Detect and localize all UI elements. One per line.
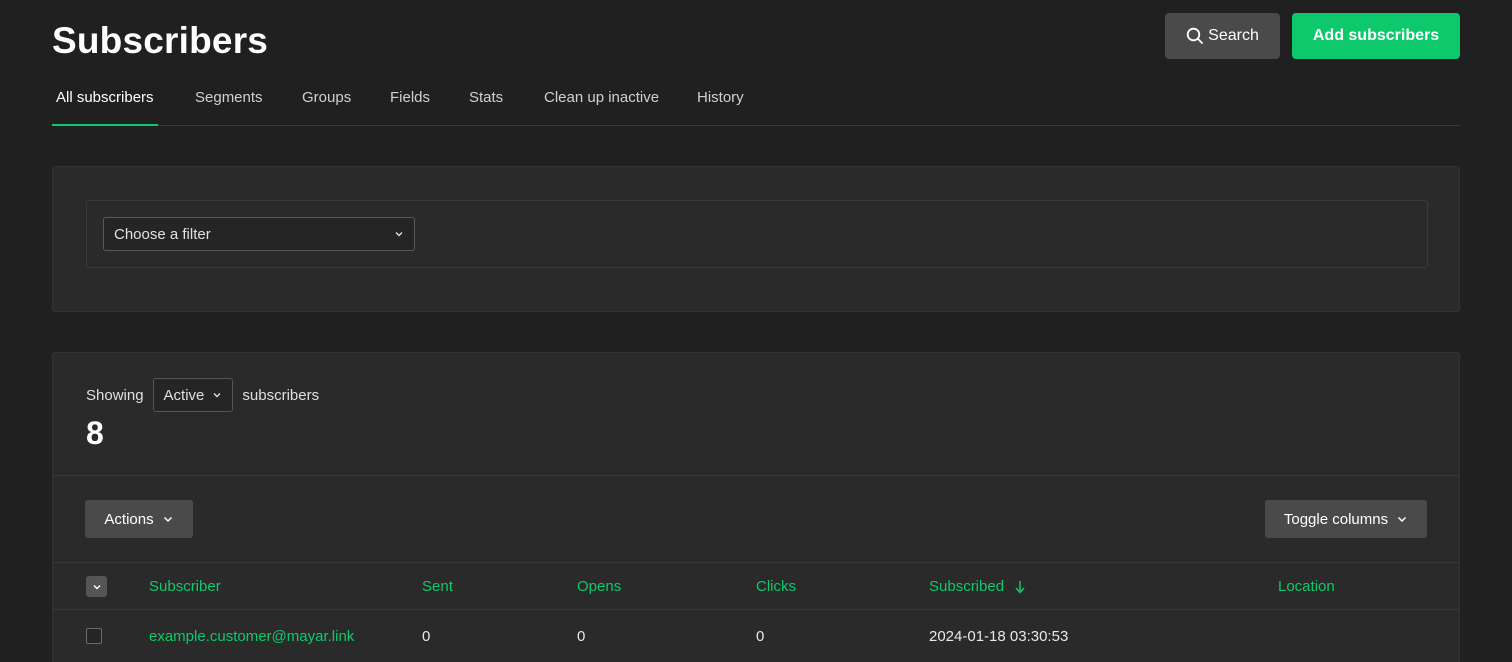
divider xyxy=(53,562,1459,563)
sort-down-arrow-icon xyxy=(1014,580,1026,594)
column-header-subscribed-label: Subscribed xyxy=(929,578,1005,595)
search-icon xyxy=(1186,27,1204,45)
divider xyxy=(53,475,1459,476)
tab-segments[interactable]: Segments xyxy=(195,76,263,126)
subscriber-list-panel: Showing Active subscribers 8 Actions Tog… xyxy=(52,352,1460,662)
chevron-down-icon xyxy=(92,582,102,592)
sent-value: 0 xyxy=(422,628,431,645)
tab-stats[interactable]: Stats xyxy=(469,76,503,126)
filter-select-label: Choose a filter xyxy=(114,225,211,243)
status-select[interactable]: Active xyxy=(152,378,234,412)
clicks-value: 0 xyxy=(756,628,765,645)
tab-groups[interactable]: Groups xyxy=(302,76,351,126)
subscribed-date-value: 2024-01-18 03:30:53 xyxy=(929,628,1069,645)
tab-all-subscribers[interactable]: All subscribers xyxy=(52,76,158,126)
add-subscribers-button[interactable]: Add subscribers xyxy=(1292,13,1460,59)
subscriber-email-link[interactable]: example.customer@mayar.link xyxy=(149,628,354,645)
page-title: Subscribers xyxy=(52,20,269,61)
toggle-columns-label: Toggle columns xyxy=(1283,510,1389,528)
tab-fields[interactable]: Fields xyxy=(390,76,430,126)
row-checkbox[interactable] xyxy=(86,628,102,644)
filter-select[interactable]: Choose a filter xyxy=(103,217,415,251)
tab-clean-up-inactive[interactable]: Clean up inactive xyxy=(544,76,659,126)
showing-suffix: subscribers xyxy=(242,386,320,404)
toggle-columns-button[interactable]: Toggle columns xyxy=(1265,500,1427,538)
subscriber-count: 8 xyxy=(86,415,104,451)
column-header-opens[interactable]: Opens xyxy=(577,578,621,595)
filter-panel: Choose a filter xyxy=(52,166,1460,312)
showing-row: Showing Active subscribers xyxy=(86,378,319,412)
status-select-label: Active xyxy=(163,386,205,404)
opens-value: 0 xyxy=(577,628,586,645)
chevron-down-icon xyxy=(1396,513,1408,525)
column-header-sent[interactable]: Sent xyxy=(422,578,453,595)
showing-prefix: Showing xyxy=(86,386,144,404)
select-all-checkbox[interactable] xyxy=(86,576,107,597)
column-header-subscriber[interactable]: Subscriber xyxy=(149,578,221,595)
actions-label: Actions xyxy=(104,510,154,528)
tab-bar: All subscribers Segments Groups Fields S… xyxy=(52,76,1460,126)
divider xyxy=(53,609,1459,610)
column-header-subscribed[interactable]: Subscribed xyxy=(929,578,1026,595)
tab-history[interactable]: History xyxy=(697,76,744,126)
chevron-down-icon xyxy=(212,390,222,400)
actions-button[interactable]: Actions xyxy=(85,500,193,538)
search-button-label: Search xyxy=(1208,27,1259,44)
chevron-down-icon xyxy=(162,513,174,525)
filter-container: Choose a filter xyxy=(86,200,1428,268)
column-header-location[interactable]: Location xyxy=(1278,578,1335,595)
column-header-clicks[interactable]: Clicks xyxy=(756,578,796,595)
chevron-down-icon xyxy=(394,229,404,239)
search-button[interactable]: Search xyxy=(1165,13,1280,59)
